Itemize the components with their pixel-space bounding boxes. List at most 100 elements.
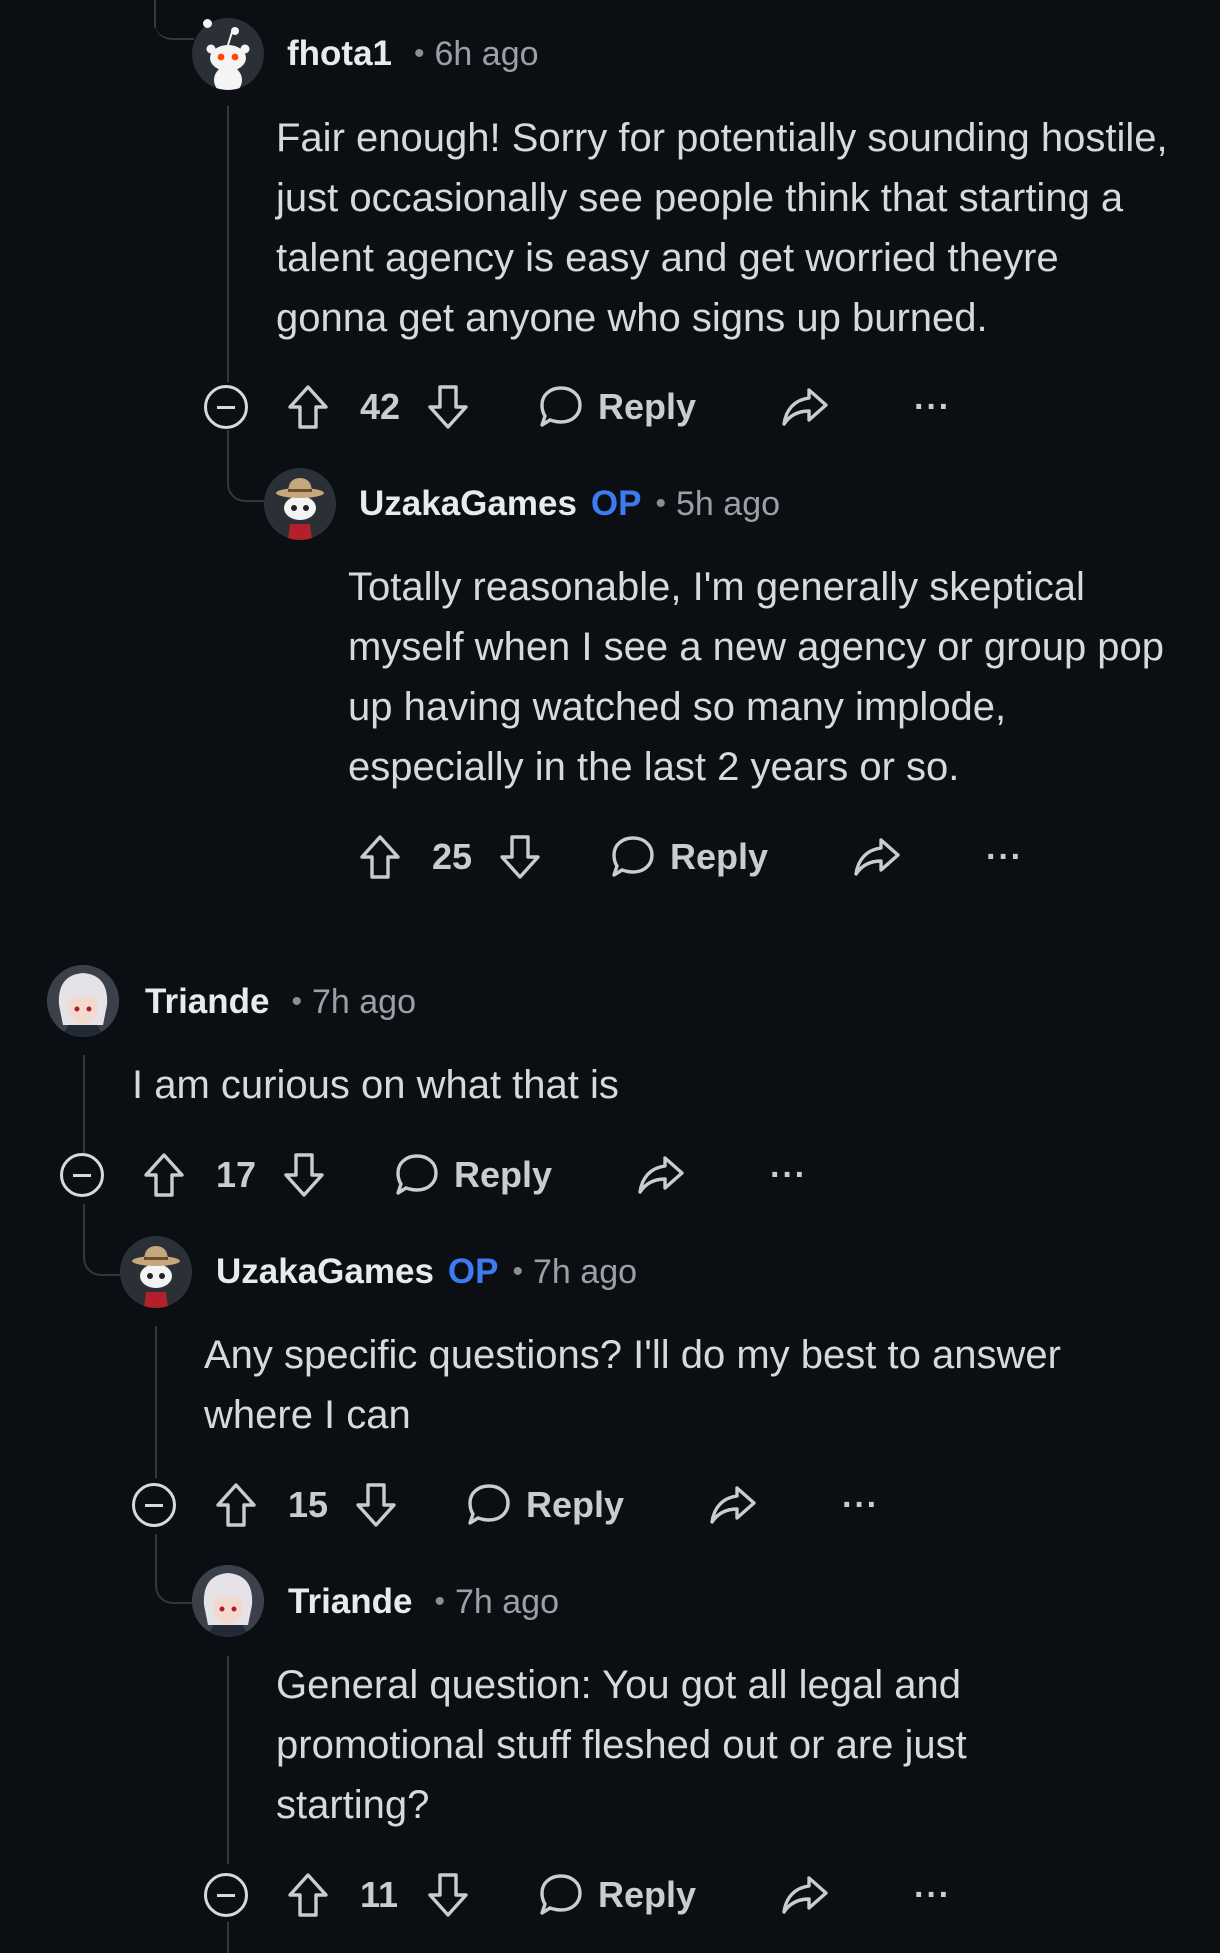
comment-body: Any specific questions? I'll do my best … — [204, 1333, 1061, 1437]
collapse-button[interactable] — [60, 1153, 104, 1197]
snoo-cowboy-hat-icon — [132, 1246, 180, 1308]
comment-actions: 17 Reply ··· — [60, 1145, 820, 1205]
downvote-arrow-icon — [428, 385, 468, 429]
username[interactable]: UzakaGames — [359, 484, 577, 524]
timestamp: 7h ago — [312, 982, 416, 1021]
reply-label: Reply — [454, 1154, 553, 1195]
share-button[interactable] — [852, 827, 902, 887]
separator-dot: • — [291, 985, 302, 1018]
timestamp: 5h ago — [676, 484, 781, 523]
upvote-button[interactable] — [358, 827, 402, 887]
thread-line — [227, 1922, 229, 1953]
thread-line — [227, 1656, 229, 1864]
more-options-button[interactable]: ··· — [914, 377, 951, 437]
reply-label: Reply — [598, 386, 697, 427]
avatar[interactable] — [192, 1565, 264, 1637]
avatar[interactable] — [264, 468, 336, 540]
collapse-button[interactable] — [204, 1873, 248, 1917]
comment-meta: Triande • 7h ago — [288, 1578, 559, 1626]
collapse-button[interactable] — [132, 1483, 176, 1527]
more-options-button[interactable]: ··· — [914, 1865, 951, 1925]
upvote-button[interactable] — [214, 1475, 258, 1535]
snoo-antenna — [203, 19, 212, 28]
share-arrow-icon — [782, 1876, 828, 1914]
reply-button[interactable]: Reply — [538, 377, 696, 437]
reply-label: Reply — [670, 836, 769, 877]
minus-icon — [217, 1893, 235, 1897]
comment-meta: UzakaGames OP • 5h ago — [359, 480, 780, 528]
reply-button[interactable]: Reply — [538, 1865, 696, 1925]
username[interactable]: fhota1 — [287, 34, 392, 74]
reply-label: Reply — [526, 1484, 625, 1525]
more-options-button[interactable]: ··· — [986, 827, 1023, 887]
avatar[interactable] — [120, 1236, 192, 1308]
minus-icon — [145, 1503, 163, 1507]
downvote-button[interactable] — [498, 827, 542, 887]
vote-count: 42 — [360, 386, 401, 427]
share-arrow-icon — [710, 1486, 756, 1524]
op-badge: OP — [590, 484, 642, 523]
downvote-button[interactable] — [354, 1475, 398, 1535]
reply-button[interactable]: Reply — [610, 827, 768, 887]
username[interactable]: Triande — [145, 982, 269, 1022]
snoo-cowboy-hat-icon — [276, 478, 324, 540]
more-options-button[interactable]: ··· — [770, 1145, 807, 1205]
upvote-arrow-icon — [360, 835, 400, 879]
separator-dot: • — [434, 1585, 445, 1618]
comment-body: Fair enough! Sorry for potentially sound… — [276, 116, 1168, 340]
thread-line — [155, 1326, 157, 1478]
thread-connector — [154, 0, 194, 40]
share-arrow-icon — [638, 1156, 684, 1194]
comment-actions: 25 Reply ··· — [276, 827, 1036, 887]
comment-meta: Triande • 7h ago — [145, 978, 416, 1026]
comment-body: Totally reasonable, I'm generally skepti… — [348, 565, 1165, 789]
separator-dot: • — [512, 1255, 524, 1288]
separator-dot: • — [655, 487, 667, 520]
reply-button[interactable]: Reply — [466, 1475, 624, 1535]
chat-bubble-icon — [540, 386, 582, 427]
reply-button[interactable]: Reply — [394, 1145, 552, 1205]
upvote-arrow-icon — [144, 1153, 184, 1197]
downvote-button[interactable] — [282, 1145, 326, 1205]
more-options-button[interactable]: ··· — [842, 1475, 879, 1535]
avatar[interactable] — [192, 18, 264, 90]
reddit-snoo-icon — [206, 27, 250, 90]
comment-body: I am curious on what that is — [132, 1063, 619, 1107]
comment-meta: UzakaGames OP • 7h ago — [216, 1248, 637, 1296]
anime-character-avatar-icon — [47, 965, 119, 1037]
username[interactable]: UzakaGames — [216, 1252, 434, 1292]
share-button[interactable] — [708, 1475, 758, 1535]
username[interactable]: Triande — [288, 1582, 412, 1622]
chat-bubble-icon — [396, 1154, 438, 1195]
vote-count: 11 — [360, 1874, 399, 1915]
chat-bubble-icon — [540, 1874, 582, 1915]
upvote-button[interactable] — [142, 1145, 186, 1205]
upvote-button[interactable] — [286, 1865, 330, 1925]
vote-count: 17 — [216, 1154, 257, 1195]
avatar[interactable] — [47, 965, 119, 1037]
timestamp: 6h ago — [434, 34, 539, 73]
downvote-arrow-icon — [284, 1153, 324, 1197]
downvote-arrow-icon — [500, 835, 540, 879]
comment-meta: fhota1 • 6h ago — [287, 30, 539, 78]
comment-actions: 15 Reply ··· — [132, 1475, 892, 1535]
share-button[interactable] — [780, 1865, 830, 1925]
thread-connector — [155, 1534, 197, 1604]
thread-line — [227, 106, 229, 382]
collapse-button[interactable] — [204, 385, 248, 429]
downvote-button[interactable] — [426, 1865, 470, 1925]
comment-body: General question: You got all legal and … — [276, 1663, 967, 1827]
minus-icon — [73, 1173, 91, 1177]
chat-bubble-icon — [468, 1484, 510, 1525]
share-button[interactable] — [636, 1145, 686, 1205]
upvote-button[interactable] — [286, 377, 330, 437]
downvote-button[interactable] — [426, 377, 470, 437]
share-button[interactable] — [780, 377, 830, 437]
minus-icon — [217, 405, 235, 409]
reply-label: Reply — [598, 1874, 697, 1915]
upvote-arrow-icon — [288, 385, 328, 429]
thread-line — [83, 1055, 85, 1153]
downvote-arrow-icon — [428, 1873, 468, 1917]
vote-count: 15 — [288, 1484, 329, 1525]
timestamp: 7h ago — [533, 1252, 638, 1291]
